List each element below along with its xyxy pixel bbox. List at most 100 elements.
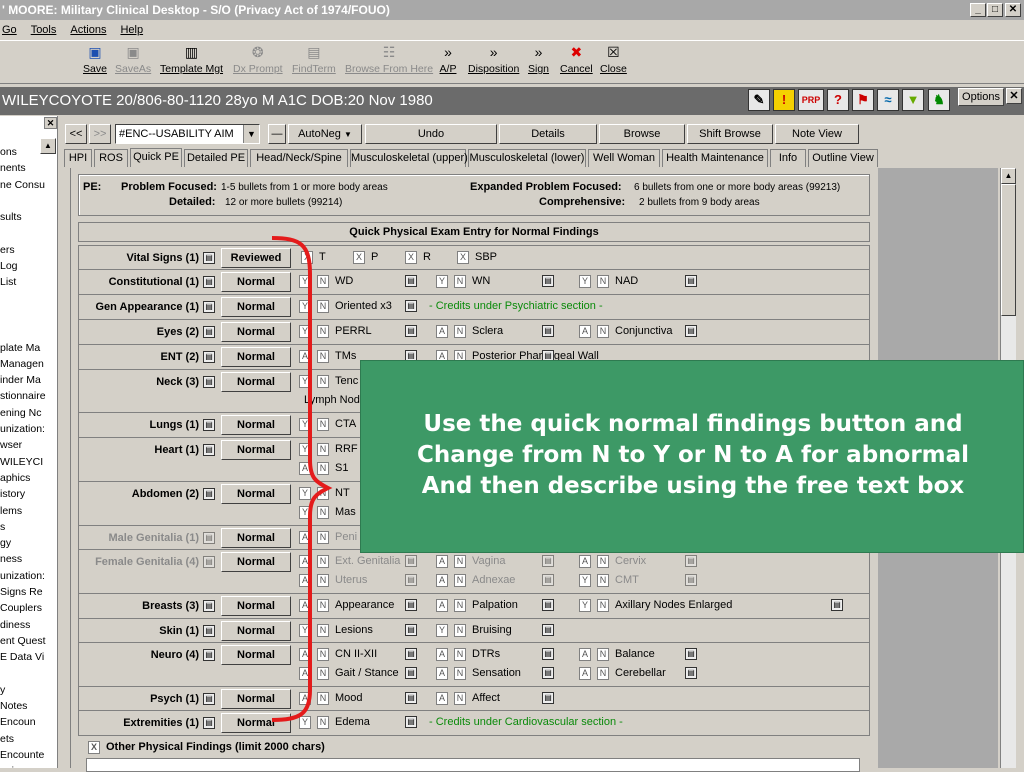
finding-popup-icon[interactable]: ▤	[542, 692, 554, 704]
minus-icon[interactable]: —	[268, 124, 286, 144]
next-button[interactable]: >>	[89, 124, 111, 144]
popup-icon[interactable]: ▤	[203, 301, 215, 313]
tab-musculoskeletal-lower-[interactable]: Musculoskeletal (lower)	[468, 149, 586, 167]
menu-go[interactable]: Go	[2, 24, 17, 36]
finding-n-checkbox[interactable]: N	[454, 624, 466, 637]
window-close-button[interactable]: ✕	[1005, 3, 1021, 17]
sidebar-item[interactable]: gy	[0, 535, 57, 551]
popup-icon[interactable]: ▤	[203, 326, 215, 338]
finding-y-a-checkbox[interactable]: A	[436, 555, 448, 568]
sidebar-item[interactable]: Encoun	[0, 714, 57, 730]
finding-popup-icon[interactable]: ▤	[542, 648, 554, 660]
finding-popup-icon[interactable]: ▤	[542, 555, 554, 567]
question-icon[interactable]: ?	[827, 89, 849, 111]
warning-icon[interactable]: !	[773, 89, 795, 111]
finding-popup-icon[interactable]: ▤	[405, 555, 417, 567]
sidebar-item[interactable]: inder Ma	[0, 372, 57, 388]
sidebar-item[interactable]: lems	[0, 503, 57, 519]
popup-icon[interactable]: ▤	[203, 693, 215, 705]
finding-popup-icon[interactable]: ▤	[542, 667, 554, 679]
popup-icon[interactable]: ▤	[203, 717, 215, 729]
sidebar-item[interactable]	[0, 307, 57, 323]
finding-n-checkbox[interactable]: N	[454, 692, 466, 705]
toolbar-disposition-button[interactable]: » Disposition	[468, 43, 519, 83]
scroll-up-icon[interactable]: ▲	[1001, 168, 1016, 184]
popup-icon[interactable]: ▤	[203, 625, 215, 637]
swimmer-icon[interactable]: ≈	[877, 89, 899, 111]
finding-popup-icon[interactable]: ▤	[831, 599, 843, 611]
vital-checkbox[interactable]: X	[457, 251, 469, 264]
menu-actions[interactable]: Actions	[70, 24, 106, 36]
sidebar-item[interactable]	[0, 323, 57, 339]
finding-popup-icon[interactable]: ▤	[405, 716, 417, 728]
sidebar-item[interactable]: s	[0, 519, 57, 535]
finding-popup-icon[interactable]: ▤	[685, 648, 697, 660]
autoneg-button[interactable]: AutoNeg ▼	[288, 124, 362, 144]
vital-checkbox[interactable]: X	[353, 251, 365, 264]
sidebar-scroll-up-icon[interactable]: ▲	[40, 138, 56, 154]
tab-outline-view[interactable]: Outline View	[808, 149, 878, 167]
sidebar-item[interactable]: plate Ma	[0, 340, 57, 356]
finding-y-a-checkbox[interactable]: A	[436, 667, 448, 680]
popup-icon[interactable]: ▤	[203, 488, 215, 500]
toolbar-a-p-button[interactable]: » A/P	[439, 43, 457, 83]
sidebar-item[interactable]	[0, 291, 57, 307]
sidebar-item[interactable]: Couplers	[0, 600, 57, 616]
sidebar-item[interactable]: diness	[0, 617, 57, 633]
other-findings-textbox[interactable]	[86, 758, 860, 772]
tab-musculoskeletal-upper-[interactable]: Musculoskeletal (upper)	[350, 149, 468, 167]
sidebar-item[interactable]	[0, 225, 57, 241]
finding-popup-icon[interactable]: ▤	[405, 624, 417, 636]
popup-icon[interactable]: ▤	[203, 351, 215, 363]
finding-popup-icon[interactable]: ▤	[685, 574, 697, 586]
tab-info[interactable]: Info	[770, 149, 806, 167]
finding-n-checkbox[interactable]: N	[454, 325, 466, 338]
finding-n-checkbox[interactable]: N	[454, 574, 466, 587]
sidebar-item[interactable]	[0, 193, 57, 209]
pen-icon[interactable]: ✎	[748, 89, 770, 111]
finding-popup-icon[interactable]: ▤	[405, 599, 417, 611]
toolbar-save-button[interactable]: ▣ Save	[83, 43, 107, 83]
encounter-select[interactable]: #ENC--USABILITY AIM ▼	[115, 124, 260, 144]
shield-icon[interactable]: ▼	[902, 89, 924, 111]
finding-y-a-checkbox[interactable]: Y	[579, 275, 591, 288]
menu-help[interactable]: Help	[120, 24, 143, 36]
popup-icon[interactable]: ▤	[203, 419, 215, 431]
sidebar-item[interactable]: Managen	[0, 356, 57, 372]
finding-popup-icon[interactable]: ▤	[542, 325, 554, 337]
finding-popup-icon[interactable]: ▤	[542, 574, 554, 586]
browse-button[interactable]: Browse	[599, 124, 685, 144]
toolbar-findterm-button[interactable]: ▤ FindTerm	[292, 43, 336, 83]
finding-n-checkbox[interactable]: N	[597, 325, 609, 338]
popup-icon[interactable]: ▤	[203, 600, 215, 612]
toolbar-close-button[interactable]: ☒ Close	[600, 43, 627, 83]
popup-icon[interactable]: ▤	[203, 532, 215, 544]
finding-popup-icon[interactable]: ▤	[542, 599, 554, 611]
toolbar-sign-button[interactable]: » Sign	[528, 43, 549, 83]
details-button[interactable]: Details	[499, 124, 597, 144]
finding-popup-icon[interactable]: ▤	[685, 275, 697, 287]
sidebar-item[interactable]: istory	[0, 486, 57, 502]
toolbar-saveas-button[interactable]: ▣ SaveAs	[115, 43, 151, 83]
finding-popup-icon[interactable]: ▤	[542, 275, 554, 287]
finding-n-checkbox[interactable]: N	[597, 574, 609, 587]
tab-health-maintenance[interactable]: Health Maintenance	[662, 149, 768, 167]
maximize-button[interactable]: □	[987, 3, 1003, 17]
prev-button[interactable]: <<	[65, 124, 87, 144]
popup-icon[interactable]: ▤	[203, 376, 215, 388]
finding-n-checkbox[interactable]: N	[597, 555, 609, 568]
flag-icon[interactable]: ⚑	[852, 89, 874, 111]
finding-y-a-checkbox[interactable]: A	[579, 648, 591, 661]
sidebar-item[interactable]: ne Consu	[0, 177, 57, 193]
toolbar-browse-from-here-button[interactable]: ☷ Browse From Here	[345, 43, 433, 83]
finding-n-checkbox[interactable]: N	[597, 667, 609, 680]
options-button[interactable]: Options	[958, 88, 1004, 106]
finding-popup-icon[interactable]: ▤	[685, 325, 697, 337]
finding-popup-icon[interactable]: ▤	[542, 624, 554, 636]
finding-popup-icon[interactable]: ▤	[405, 275, 417, 287]
sidebar-item[interactable]: WILEYCI	[0, 454, 57, 470]
scroll-thumb[interactable]	[1001, 184, 1016, 316]
tab-ros[interactable]: ROS	[94, 149, 128, 167]
sidebar-item[interactable]: E Data Vi	[0, 649, 57, 665]
sidebar-item[interactable]: y	[0, 682, 57, 698]
